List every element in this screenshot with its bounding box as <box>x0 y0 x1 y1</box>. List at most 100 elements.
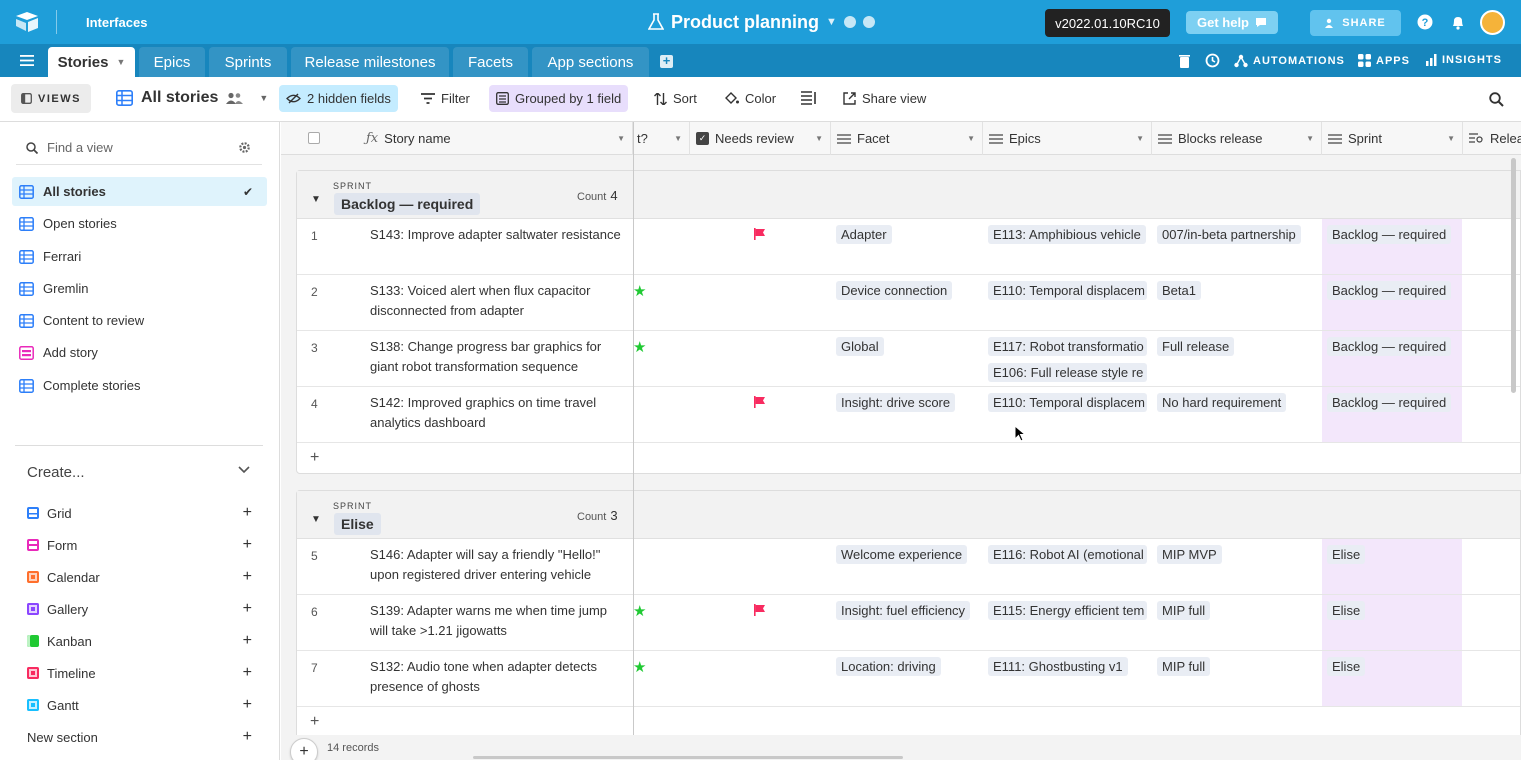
collapse-triangle-icon[interactable]: ▼ <box>311 194 321 205</box>
blocks-release-pill[interactable]: MIP full <box>1157 657 1211 676</box>
table-row[interactable]: 5 S146: Adapter will say a friendly "Hel… <box>297 539 1520 595</box>
table-row[interactable]: 1 S143: Improve adapter saltwater resist… <box>297 219 1520 275</box>
new-section-button[interactable]: New section + <box>27 727 252 747</box>
create-calendar-view[interactable]: Calendar + <box>27 567 252 587</box>
table-row[interactable]: 2 S133: Voiced alert when flux capacitor… <box>297 275 1520 331</box>
share-view-button[interactable]: Share view <box>836 85 933 112</box>
epic-pill[interactable]: E115: Energy efficient tem <box>988 601 1147 620</box>
sprint-pill[interactable]: Backlog — required <box>1327 225 1452 244</box>
automations-button[interactable]: AUTOMATIONS <box>1234 54 1345 68</box>
facet-pill[interactable]: Welcome experience <box>836 545 968 564</box>
column-header-epics[interactable]: Epics ▼ <box>983 122 1152 155</box>
blocks-release-pill[interactable]: MIP full <box>1157 601 1211 620</box>
share-button[interactable]: SHARE <box>1310 10 1401 36</box>
column-header-facet[interactable]: Facet ▼ <box>831 122 983 155</box>
views-toggle-button[interactable]: VIEWS <box>11 84 91 113</box>
plus-icon[interactable]: + <box>243 728 252 746</box>
sidebar-view-ferrari[interactable]: Ferrari <box>12 242 267 271</box>
tab-stories[interactable]: Stories ▼ <box>48 47 135 77</box>
epic-pill[interactable]: E111: Ghostbusting v1 <box>988 657 1128 676</box>
facet-pill[interactable]: Insight: fuel efficiency <box>836 601 971 620</box>
sprint-pill[interactable]: Elise <box>1327 657 1366 676</box>
sidebar-view-gremlin[interactable]: Gremlin <box>12 274 267 303</box>
tab-sprints[interactable]: Sprints <box>209 47 287 77</box>
create-grid-view[interactable]: Grid + <box>27 503 252 523</box>
epic-pill[interactable]: E110: Temporal displacem <box>988 281 1147 300</box>
sprint-pill[interactable]: Backlog — required <box>1327 337 1452 356</box>
plus-icon[interactable]: + <box>243 568 252 586</box>
hidden-fields-button[interactable]: 2 hidden fields <box>279 85 398 112</box>
story-name-cell[interactable]: S132: Audio tone when adapter detects pr… <box>370 657 625 697</box>
story-name-cell[interactable]: S139: Adapter warns me when time jump wi… <box>370 601 625 641</box>
chevron-down-icon[interactable]: ▼ <box>967 134 975 143</box>
plus-icon[interactable]: + <box>243 664 252 682</box>
gear-icon[interactable] <box>238 141 251 154</box>
create-kanban-view[interactable]: Kanban + <box>27 631 252 651</box>
frozen-column-divider[interactable] <box>633 122 634 760</box>
facet-pill[interactable]: Location: driving <box>836 657 941 676</box>
get-help-button[interactable]: Get help <box>1186 11 1278 34</box>
plus-icon[interactable]: + <box>243 600 252 618</box>
base-title[interactable]: Product planning ▼ <box>648 10 875 34</box>
story-name-cell[interactable]: S143: Improve adapter saltwater resistan… <box>370 225 625 245</box>
blocks-release-pill[interactable]: Full release <box>1157 337 1235 356</box>
story-name-cell[interactable]: S146: Adapter will say a friendly "Hello… <box>370 545 625 585</box>
sidebar-view-complete-stories[interactable]: Complete stories <box>12 371 267 400</box>
chevron-down-icon[interactable]: ▼ <box>815 134 823 143</box>
chevron-down-icon[interactable]: ▼ <box>617 134 625 143</box>
sidebar-view-all-stories[interactable]: All stories ✔ <box>12 177 267 206</box>
column-header-needs-review[interactable]: ✓ Needs review ▼ <box>690 122 831 155</box>
avatar[interactable] <box>1480 10 1505 35</box>
create-gallery-view[interactable]: Gallery + <box>27 599 252 619</box>
group-button[interactable]: Grouped by 1 field <box>489 85 629 112</box>
epic-pill[interactable]: E110: Temporal displacem <box>988 393 1147 412</box>
add-record-button[interactable]: + <box>290 738 318 760</box>
epic-pill[interactable]: E117: Robot transformatio <box>988 337 1147 356</box>
facet-pill[interactable]: Device connection <box>836 281 953 300</box>
search-icon[interactable] <box>1489 92 1504 107</box>
color-button[interactable]: Color <box>717 85 783 112</box>
insights-button[interactable]: INSIGHTS <box>1426 54 1502 66</box>
chevron-down-icon[interactable]: ▼ <box>116 57 125 67</box>
table-row[interactable]: 4 S142: Improved graphics on time travel… <box>297 387 1520 443</box>
plus-icon[interactable]: + <box>310 713 319 731</box>
interfaces-link[interactable]: Interfaces <box>86 15 147 30</box>
facet-pill[interactable]: Insight: drive score <box>836 393 956 412</box>
select-all-checkbox[interactable] <box>308 132 320 144</box>
plus-icon[interactable]: + <box>243 536 252 554</box>
create-gantt-view[interactable]: Gantt + <box>27 695 252 715</box>
plus-icon[interactable]: + <box>243 504 252 522</box>
sprint-pill[interactable]: Backlog — required <box>1327 281 1452 300</box>
trash-icon[interactable] <box>1179 54 1190 68</box>
story-name-cell[interactable]: S142: Improved graphics on time travel a… <box>370 393 625 433</box>
airtable-logo-icon[interactable] <box>14 11 40 33</box>
chevron-down-icon[interactable] <box>238 466 250 474</box>
chevron-down-icon[interactable]: ▼ <box>1306 134 1314 143</box>
info-icon[interactable] <box>862 16 875 28</box>
tab-release-milestones[interactable]: Release milestones <box>291 47 449 77</box>
chevron-down-icon[interactable]: ▼ <box>1136 134 1144 143</box>
vertical-scrollbar[interactable] <box>1511 158 1516 393</box>
tab-app-sections[interactable]: App sections <box>532 47 649 77</box>
table-row[interactable]: 6 S139: Adapter warns me when time jump … <box>297 595 1520 651</box>
epic-pill[interactable]: E106: Full release style re <box>988 363 1147 382</box>
story-name-cell[interactable]: S138: Change progress bar graphics for g… <box>370 337 625 377</box>
facet-pill[interactable]: Global <box>836 337 884 356</box>
sidebar-view-content-to-review[interactable]: Content to review <box>12 306 267 335</box>
sidebar-view-add-story[interactable]: Add story <box>12 338 267 367</box>
column-header-blocks-release[interactable]: Blocks release ▼ <box>1152 122 1322 155</box>
chevron-down-icon[interactable]: ▼ <box>1447 134 1455 143</box>
blocks-release-pill[interactable]: No hard requirement <box>1157 393 1287 412</box>
story-name-cell[interactable]: S133: Voiced alert when flux capacitor d… <box>370 281 625 321</box>
tab-facets[interactable]: Facets <box>453 47 528 77</box>
sprint-pill[interactable]: Elise <box>1327 601 1366 620</box>
plus-icon[interactable]: + <box>243 696 252 714</box>
create-form-view[interactable]: Form + <box>27 535 252 555</box>
row-height-icon[interactable] <box>801 91 817 105</box>
menu-icon[interactable] <box>20 55 34 66</box>
create-section-header[interactable]: Create... <box>27 464 85 481</box>
sprint-pill[interactable]: Backlog — required <box>1327 393 1452 412</box>
add-table-icon[interactable]: + <box>660 54 673 68</box>
check-circle-icon[interactable] <box>843 16 856 28</box>
group-header[interactable]: ▼ SPRINT Elise Count 3 <box>297 491 1520 539</box>
